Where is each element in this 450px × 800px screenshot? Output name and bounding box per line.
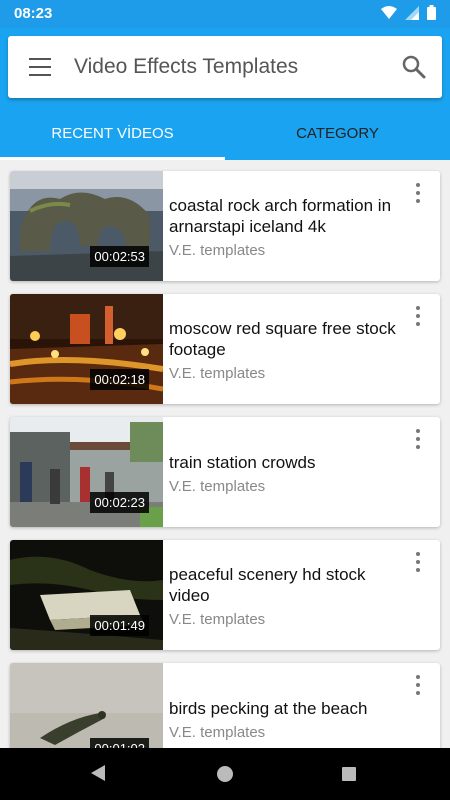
search-icon[interactable] <box>400 53 428 81</box>
tab-recent-videos[interactable]: RECENT VİDEOS <box>0 106 225 160</box>
status-time: 08:23 <box>14 5 53 22</box>
duration-badge: 00:01:02 <box>90 738 149 748</box>
list-item[interactable]: 00:02:18 moscow red square free stock fo… <box>10 294 440 404</box>
battery-icon <box>427 5 436 20</box>
video-thumbnail[interactable]: 00:01:02 <box>10 663 163 748</box>
video-thumbnail[interactable]: 00:02:18 <box>10 294 163 404</box>
video-title[interactable]: peaceful scenery hd stock video <box>169 564 399 606</box>
video-title[interactable]: train station crowds <box>169 452 399 473</box>
more-options-icon[interactable] <box>414 675 422 695</box>
channel-name: V.E. templates <box>169 365 266 382</box>
list-item[interactable]: 00:02:23 train station crowds V.E. templ… <box>10 417 440 527</box>
status-bar: 08:23 <box>0 0 450 28</box>
duration-badge: 00:01:49 <box>90 615 149 636</box>
video-list[interactable]: 00:02:53 coastal rock arch formation in … <box>0 160 450 748</box>
channel-name: V.E. templates <box>169 478 266 495</box>
duration-badge: 00:02:18 <box>90 369 149 390</box>
channel-name: V.E. templates <box>169 724 266 741</box>
tab-category[interactable]: CATEGORY <box>225 106 450 160</box>
more-options-icon[interactable] <box>414 552 422 572</box>
thumbnail-image <box>10 663 163 748</box>
page-title: Video Effects Templates <box>74 55 299 78</box>
list-item[interactable]: 00:01:49 peaceful scenery hd stock video… <box>10 540 440 650</box>
menu-icon[interactable] <box>26 54 54 80</box>
more-options-icon[interactable] <box>414 183 422 203</box>
back-icon[interactable] <box>91 765 105 781</box>
duration-badge: 00:02:53 <box>90 246 149 267</box>
system-nav-bar <box>0 748 450 800</box>
video-title[interactable]: birds pecking at the beach <box>169 698 399 719</box>
video-thumbnail[interactable]: 00:01:49 <box>10 540 163 650</box>
list-item[interactable]: 00:01:02 birds pecking at the beach V.E.… <box>10 663 440 748</box>
more-options-icon[interactable] <box>414 306 422 326</box>
more-options-icon[interactable] <box>414 429 422 449</box>
video-thumbnail[interactable]: 00:02:23 <box>10 417 163 527</box>
channel-name: V.E. templates <box>169 242 266 259</box>
status-icons <box>381 5 436 20</box>
tab-bar: RECENT VİDEOS CATEGORY <box>0 106 450 160</box>
signal-icon <box>405 5 419 20</box>
duration-badge: 00:02:23 <box>90 492 149 513</box>
video-title[interactable]: coastal rock arch formation in arnarstap… <box>169 195 399 237</box>
home-icon[interactable] <box>217 766 233 782</box>
wifi-icon <box>381 5 397 19</box>
channel-name: V.E. templates <box>169 611 266 628</box>
list-item[interactable]: 00:02:53 coastal rock arch formation in … <box>10 171 440 281</box>
video-thumbnail[interactable]: 00:02:53 <box>10 171 163 281</box>
toolbar-card: Video Effects Templates <box>8 36 442 98</box>
video-title[interactable]: moscow red square free stock footage <box>169 318 399 360</box>
recents-icon[interactable] <box>342 767 356 781</box>
